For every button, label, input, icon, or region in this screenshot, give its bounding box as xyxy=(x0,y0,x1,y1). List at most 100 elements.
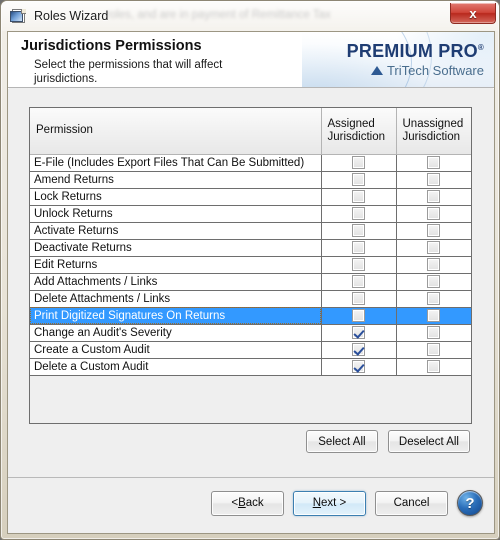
back-button[interactable]: < Back xyxy=(211,490,284,516)
permission-name-cell[interactable]: E-File (Includes Export Files That Can B… xyxy=(30,154,322,172)
premium-pro-logo: PREMIUM PRO® TriTech Software xyxy=(302,32,494,87)
assigned-jurisdiction-checkbox[interactable] xyxy=(352,343,365,356)
permission-name-cell[interactable]: Add Attachments / Links xyxy=(30,273,322,291)
table-row[interactable]: Lock Returns xyxy=(30,188,471,206)
unassigned-jurisdiction-checkbox[interactable] xyxy=(427,292,441,305)
unassigned-jurisdiction-cell[interactable] xyxy=(396,358,471,376)
table-row[interactable]: Unlock Returns xyxy=(30,205,471,223)
permissions-grid[interactable]: Permission Assigned Jurisdiction Unassig… xyxy=(29,107,472,424)
unassigned-jurisdiction-cell[interactable] xyxy=(396,171,471,189)
assigned-jurisdiction-cell[interactable] xyxy=(321,358,397,376)
table-row[interactable]: Delete a Custom Audit xyxy=(30,358,471,376)
unassigned-jurisdiction-checkbox[interactable] xyxy=(427,156,441,169)
table-row[interactable]: E-File (Includes Export Files That Can B… xyxy=(30,154,471,172)
unassigned-jurisdiction-checkbox[interactable] xyxy=(427,241,441,254)
assigned-jurisdiction-checkbox[interactable] xyxy=(352,360,365,373)
unassigned-jurisdiction-checkbox[interactable] xyxy=(427,207,441,220)
unassigned-jurisdiction-checkbox[interactable] xyxy=(427,326,441,339)
permission-name-cell[interactable]: Delete a Custom Audit xyxy=(30,358,322,376)
table-row[interactable]: Print Digitized Signatures On Returns xyxy=(30,307,471,325)
permission-name-cell[interactable]: Change an Audit's Severity xyxy=(30,324,322,342)
unassigned-jurisdiction-cell[interactable] xyxy=(396,307,471,325)
assigned-jurisdiction-cell[interactable] xyxy=(321,171,397,189)
permission-name-cell[interactable]: Activate Returns xyxy=(30,222,322,240)
permission-name-cell[interactable]: Edit Returns xyxy=(30,256,322,274)
unassigned-jurisdiction-checkbox[interactable] xyxy=(427,360,441,373)
column-header-unassigned-jurisdiction[interactable]: Unassigned Jurisdiction xyxy=(396,108,471,155)
header-row: Permission Assigned Jurisdiction Unassig… xyxy=(30,108,471,155)
assigned-jurisdiction-checkbox[interactable] xyxy=(352,156,365,169)
assigned-jurisdiction-checkbox[interactable] xyxy=(352,173,365,186)
unassigned-jurisdiction-cell[interactable] xyxy=(396,341,471,359)
unassigned-jurisdiction-checkbox[interactable] xyxy=(427,343,441,356)
permission-name-cell[interactable]: Lock Returns xyxy=(30,188,322,206)
table-row[interactable]: Create a Custom Audit xyxy=(30,341,471,359)
table-row[interactable]: Amend Returns xyxy=(30,171,471,189)
assigned-jurisdiction-checkbox[interactable] xyxy=(352,190,365,203)
assigned-jurisdiction-cell[interactable] xyxy=(321,273,397,291)
unassigned-jurisdiction-cell[interactable] xyxy=(396,324,471,342)
table-row[interactable]: Activate Returns xyxy=(30,222,471,240)
assigned-jurisdiction-cell[interactable] xyxy=(321,188,397,206)
background-ghost-text: roles, and are in payment of Remittance … xyxy=(106,9,331,21)
assigned-jurisdiction-checkbox[interactable] xyxy=(352,207,365,220)
assigned-jurisdiction-cell[interactable] xyxy=(321,256,397,274)
permission-name-cell[interactable]: Delete Attachments / Links xyxy=(30,290,322,308)
cancel-button[interactable]: Cancel xyxy=(375,490,448,516)
assigned-jurisdiction-cell[interactable] xyxy=(321,307,397,325)
assigned-jurisdiction-cell[interactable] xyxy=(321,290,397,308)
unassigned-jurisdiction-cell[interactable] xyxy=(396,290,471,308)
assigned-jurisdiction-checkbox[interactable] xyxy=(352,309,365,322)
unassigned-jurisdiction-cell[interactable] xyxy=(396,256,471,274)
permission-name-cell[interactable]: Amend Returns xyxy=(30,171,322,189)
table-row[interactable]: Delete Attachments / Links xyxy=(30,290,471,308)
assigned-jurisdiction-checkbox[interactable] xyxy=(352,224,365,237)
assigned-jurisdiction-checkbox[interactable] xyxy=(352,292,365,305)
unassigned-jurisdiction-cell[interactable] xyxy=(396,273,471,291)
table-row[interactable]: Add Attachments / Links xyxy=(30,273,471,291)
table-row[interactable]: Deactivate Returns xyxy=(30,239,471,257)
permission-name-cell[interactable]: Create a Custom Audit xyxy=(30,341,322,359)
assigned-jurisdiction-checkbox[interactable] xyxy=(352,275,365,288)
registered-mark-icon: ® xyxy=(477,43,484,52)
assigned-jurisdiction-checkbox[interactable] xyxy=(352,241,365,254)
select-all-button[interactable]: Select All xyxy=(305,430,378,453)
assigned-jurisdiction-cell[interactable] xyxy=(321,324,397,342)
assigned-jurisdiction-checkbox[interactable] xyxy=(352,258,365,271)
body-area: Permission Assigned Jurisdiction Unassig… xyxy=(8,89,494,477)
column-header-permission[interactable]: Permission xyxy=(30,108,322,155)
table-row[interactable]: Edit Returns xyxy=(30,256,471,274)
assigned-jurisdiction-checkbox[interactable] xyxy=(352,326,365,339)
logo-brand-text: PREMIUM PRO xyxy=(346,41,478,61)
title-bar[interactable]: Roles Wizard roles, and are in payment o… xyxy=(1,1,499,31)
unassigned-jurisdiction-cell[interactable] xyxy=(396,154,471,172)
unassigned-jurisdiction-cell[interactable] xyxy=(396,205,471,223)
unassigned-jurisdiction-cell[interactable] xyxy=(396,222,471,240)
help-icon[interactable]: ? xyxy=(457,490,483,516)
unassigned-jurisdiction-checkbox[interactable] xyxy=(427,258,441,271)
deselect-all-button[interactable]: Deselect All xyxy=(387,430,470,453)
assigned-jurisdiction-cell[interactable] xyxy=(321,341,397,359)
unassigned-jurisdiction-checkbox[interactable] xyxy=(427,190,441,203)
window-title: Roles Wizard xyxy=(34,9,109,23)
unassigned-jurisdiction-checkbox[interactable] xyxy=(427,275,441,288)
wizard-footer: < Back Next > Cancel ? xyxy=(8,477,494,533)
next-button[interactable]: Next > xyxy=(293,490,366,516)
column-header-assigned-jurisdiction[interactable]: Assigned Jurisdiction xyxy=(321,108,397,155)
table-row[interactable]: Change an Audit's Severity xyxy=(30,324,471,342)
assigned-jurisdiction-cell[interactable] xyxy=(321,222,397,240)
close-button[interactable]: x xyxy=(450,3,496,24)
unassigned-jurisdiction-cell[interactable] xyxy=(396,239,471,257)
permission-name-cell[interactable]: Unlock Returns xyxy=(30,205,322,223)
permission-name-cell[interactable]: Deactivate Returns xyxy=(30,239,322,257)
unassigned-jurisdiction-checkbox[interactable] xyxy=(427,224,441,237)
unassigned-jurisdiction-checkbox[interactable] xyxy=(427,173,441,186)
assigned-jurisdiction-cell[interactable] xyxy=(321,205,397,223)
unassigned-jurisdiction-cell[interactable] xyxy=(396,188,471,206)
permission-name-cell[interactable]: Print Digitized Signatures On Returns xyxy=(30,307,322,325)
client-area: Jurisdictions Permissions Select the per… xyxy=(7,31,495,534)
unassigned-jurisdiction-checkbox[interactable] xyxy=(427,309,441,322)
logo-brand-name: PREMIUM PRO® xyxy=(347,41,484,62)
assigned-jurisdiction-cell[interactable] xyxy=(321,154,397,172)
assigned-jurisdiction-cell[interactable] xyxy=(321,239,397,257)
